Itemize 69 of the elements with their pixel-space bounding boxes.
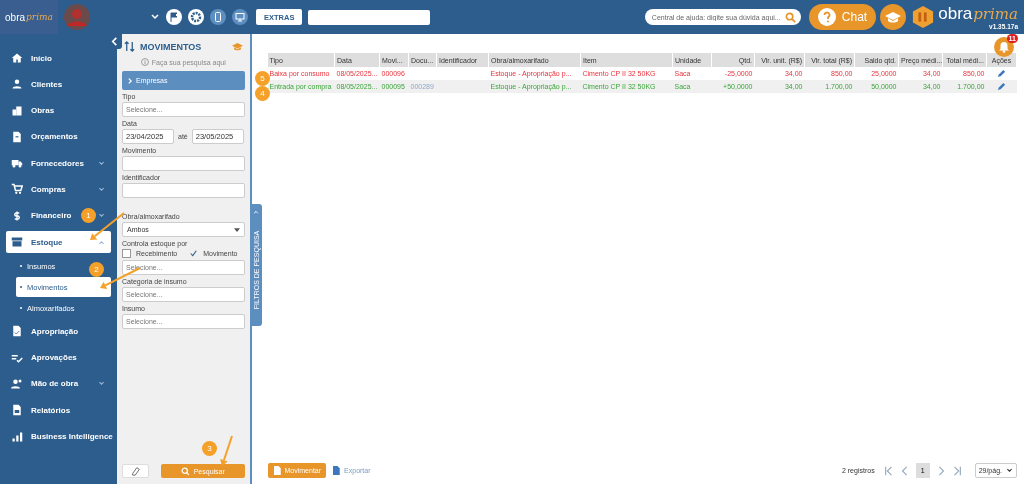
edit-button[interactable] [997, 68, 1006, 78]
document-icon [272, 466, 281, 475]
menu-item[interactable]: Apropriação [6, 320, 81, 343]
chevron-down-icon[interactable] [98, 159, 105, 167]
caret-icon [233, 227, 240, 232]
chevron-up-icon[interactable] [98, 238, 105, 246]
home-icon [11, 52, 23, 64]
document-icon [11, 404, 23, 417]
chevron-down-icon [150, 12, 160, 22]
chevron-down-icon[interactable] [98, 186, 105, 193]
menu-item[interactable]: Compras [6, 178, 68, 201]
input-field[interactable] [122, 156, 245, 171]
menu-item[interactable]: Relatórios [6, 399, 73, 422]
search-icon [784, 12, 796, 23]
menu-item[interactable]: Financeiro [6, 204, 74, 227]
menu-item[interactable]: Mão de obra [6, 372, 81, 395]
settings-icon [188, 9, 204, 25]
document-icon [11, 325, 23, 338]
checkmark-icon [190, 249, 198, 258]
cart-icon [11, 183, 23, 196]
monitor-icon [232, 9, 248, 25]
bell-icon [998, 41, 1010, 53]
notification-button[interactable] [994, 37, 1014, 57]
bar-chart-icon [11, 430, 23, 443]
company-select[interactable] [308, 9, 431, 25]
input-field[interactable] [122, 183, 245, 198]
brand-logo: obraprima [938, 4, 1018, 23]
clear-button[interactable] [122, 464, 149, 478]
help-icon [817, 8, 836, 26]
edit-button[interactable] [997, 81, 1006, 91]
menu-item[interactable]: Business Intelligence [6, 425, 115, 448]
dollar-icon [11, 209, 23, 222]
flag-icon [166, 9, 182, 25]
menu-item[interactable]: Obras [6, 99, 57, 122]
menu-item[interactable]: Início [6, 47, 54, 69]
document-icon [332, 466, 341, 475]
previous-page-icon [899, 465, 910, 476]
people-icon [11, 377, 23, 390]
graduation-cap-icon [885, 11, 902, 23]
phone-icon [210, 9, 226, 25]
truck-icon [11, 157, 23, 170]
logo: obraprima [0, 0, 58, 34]
menu-item[interactable]: Fornecedores [6, 152, 86, 175]
panel-title: MOVIMENTOS [140, 41, 202, 52]
first-page-icon [883, 465, 894, 476]
search-icon [180, 466, 190, 476]
chevron-down-icon[interactable] [98, 380, 105, 388]
avatar-icon [64, 4, 90, 30]
archive-icon [11, 236, 23, 249]
brand-mark-icon [912, 5, 935, 29]
menu-item[interactable]: Aprovações [6, 346, 79, 369]
eraser-icon [130, 466, 141, 476]
building-icon [11, 104, 23, 117]
chevron-down-icon [1006, 467, 1013, 474]
graduation-cap-icon [231, 42, 243, 51]
checkbox[interactable] [189, 249, 199, 258]
sort-arrows-icon [124, 41, 135, 52]
person-icon [11, 78, 23, 91]
tutorial-button[interactable] [880, 4, 907, 30]
chevron-down-icon[interactable] [98, 212, 105, 220]
last-page-icon [951, 465, 962, 476]
menu-item[interactable]: Orçamentos [6, 125, 80, 148]
checkbox[interactable] [122, 249, 131, 258]
menu-item[interactable]: Clientes [6, 73, 65, 96]
chevron-right-icon [127, 77, 133, 84]
info-icon [140, 58, 149, 66]
chevron-left-icon [110, 37, 119, 46]
chevron-up-icon [252, 208, 259, 215]
document-icon [11, 130, 23, 143]
